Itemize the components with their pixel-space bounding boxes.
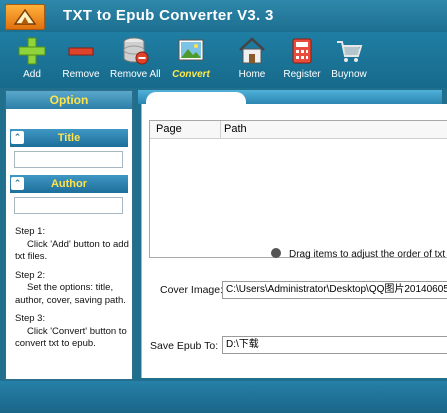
add-icon bbox=[18, 37, 46, 65]
step-2: Step 2: Set the options: title, author, … bbox=[15, 269, 126, 306]
table-header: Page Path bbox=[150, 121, 447, 139]
title-input[interactable] bbox=[14, 151, 123, 168]
home-button[interactable]: Home bbox=[236, 34, 268, 86]
collapse-chevron-icon[interactable]: ⌃ bbox=[11, 177, 24, 190]
database-icon bbox=[123, 37, 149, 65]
title-bar: TXT to Epub Converter V3. 3 bbox=[0, 0, 447, 32]
remove-all-button[interactable]: Remove All bbox=[110, 34, 161, 86]
status-bar bbox=[0, 381, 447, 413]
option-header: Option bbox=[6, 91, 132, 109]
save-epub-label: Save Epub To: bbox=[150, 340, 219, 352]
file-panel: Page Path Drag items to adjust the order… bbox=[141, 104, 447, 378]
add-button[interactable]: Add bbox=[14, 34, 50, 86]
toolbar: Add Remove Remove All Convert Home Regis… bbox=[0, 32, 447, 88]
option-panel: Option ⌃ Title ⌃ Author Step 1: Click 'A… bbox=[5, 90, 133, 380]
title-section-label: Title bbox=[57, 132, 81, 144]
buynow-button[interactable]: Buynow bbox=[330, 34, 368, 86]
step-3: Step 3: Click 'Convert' button to conver… bbox=[15, 313, 127, 349]
author-section-bar[interactable]: ⌃ Author bbox=[10, 175, 128, 193]
remove-button[interactable]: Remove bbox=[60, 34, 102, 86]
window-title: TXT to Epub Converter V3. 3 bbox=[63, 7, 274, 24]
info-bullet-icon bbox=[271, 248, 281, 258]
step-1: Step 1: Click 'Add' button to add txt fi… bbox=[15, 226, 129, 262]
save-epub-field[interactable]: D:\下载 bbox=[222, 336, 447, 354]
drag-hint: Drag items to adjust the order of txt l bbox=[271, 248, 447, 262]
convert-button[interactable]: Convert bbox=[168, 34, 214, 86]
author-input[interactable] bbox=[14, 197, 123, 214]
cart-icon bbox=[337, 41, 363, 62]
column-header-page[interactable]: Page bbox=[156, 121, 182, 138]
register-button[interactable]: Register bbox=[282, 34, 322, 86]
cover-image-label: Cover Image: bbox=[160, 284, 224, 296]
title-section-bar[interactable]: ⌃ Title bbox=[10, 129, 128, 147]
cover-image-field[interactable]: C:\Users\Administrator\Desktop\QQ图片20140… bbox=[222, 281, 447, 299]
app-logo-icon bbox=[5, 4, 45, 30]
calculator-icon bbox=[292, 38, 312, 64]
collapse-chevron-icon[interactable]: ⌃ bbox=[11, 131, 24, 144]
home-icon bbox=[239, 37, 265, 64]
image-convert-icon bbox=[178, 39, 204, 61]
right-panel-tab bbox=[138, 90, 442, 106]
instructions: Step 1: Click 'Add' button to add txt fi… bbox=[15, 226, 130, 357]
author-section-label: Author bbox=[50, 178, 88, 190]
file-list-table[interactable]: Page Path bbox=[149, 120, 447, 258]
column-header-path[interactable]: Path bbox=[224, 121, 247, 138]
remove-icon bbox=[68, 47, 94, 56]
